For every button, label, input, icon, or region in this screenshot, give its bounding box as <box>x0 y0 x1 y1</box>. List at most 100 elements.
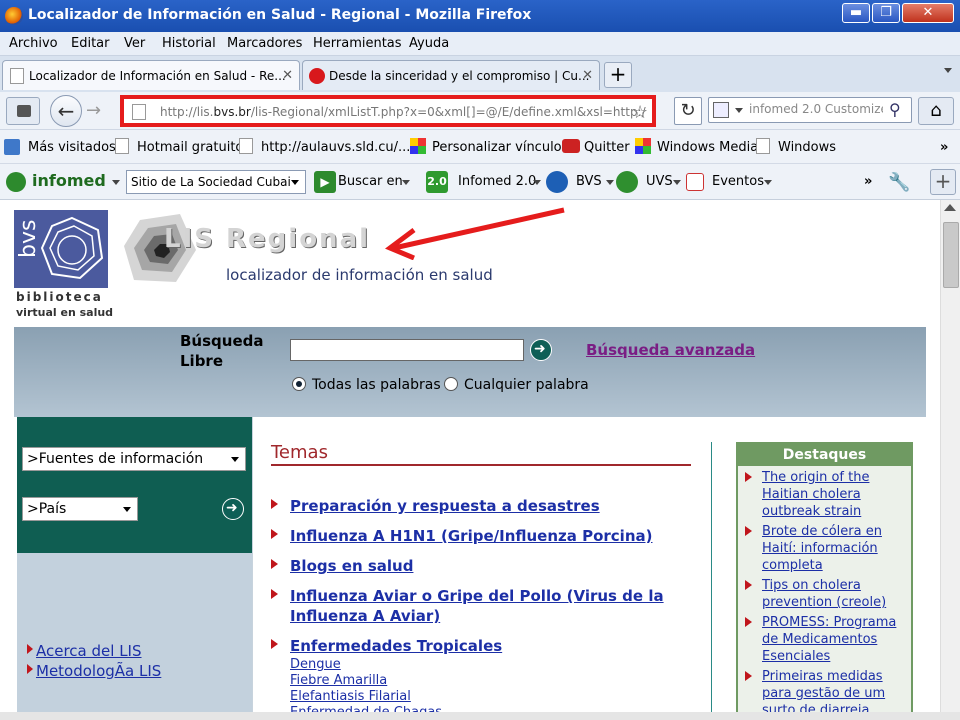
infomed-2-menu[interactable]: Infomed 2.0 <box>458 174 536 189</box>
close-window-button[interactable]: ✕ <box>902 3 954 23</box>
tab-list-icon[interactable] <box>944 68 952 73</box>
back-arrow-icon[interactable]: ← <box>50 95 82 127</box>
destaques-heading: Destaques <box>738 444 911 466</box>
tab-close-icon[interactable]: ✕ <box>282 68 293 83</box>
tab-label: Desde la sinceridad y el compromiso | Cu… <box>329 69 590 83</box>
scrollbar-thumb[interactable] <box>943 222 959 288</box>
bvs-logo[interactable]: bvs <box>14 210 108 288</box>
bullet-icon <box>745 617 752 627</box>
infomed-logo-icon <box>6 172 26 192</box>
vertical-scrollbar[interactable] <box>940 200 960 720</box>
subtema-dengue-link[interactable]: Dengue <box>290 657 341 672</box>
tab-sinceridad[interactable]: Desde la sinceridad y el compromiso | Cu… <box>302 60 600 90</box>
virtual-en-salud-text: virtual en salud <box>16 306 114 319</box>
pais-select[interactable]: >País <box>22 497 138 521</box>
biblioteca-text: biblioteca <box>16 290 103 304</box>
search-go-icon[interactable] <box>530 339 552 361</box>
reload-icon[interactable]: ↻ <box>674 97 702 125</box>
tab-label: Localizador de Información en Salud - Re… <box>29 69 286 83</box>
bookmark-windows-media[interactable]: Windows Media <box>657 140 758 155</box>
temas-underline <box>271 464 691 466</box>
infomed-toolbar: infomed Sitio de La Sociedad Cubai ▶ Bus… <box>0 164 960 200</box>
new-tab-button[interactable]: + <box>604 62 632 88</box>
destaque-link[interactable]: Tips on cholera prevention (creole) <box>762 577 912 611</box>
site-select[interactable]: Sitio de La Sociedad Cubai <box>126 170 306 194</box>
bookmarks-overflow-button[interactable]: » <box>940 140 948 155</box>
page-icon <box>239 138 253 154</box>
bvs-menu[interactable]: BVS <box>576 174 602 189</box>
busqueda-libre-input[interactable] <box>290 339 524 361</box>
radio-cualquier[interactable] <box>444 377 458 391</box>
busqueda-libre-label: Búsqueda Libre <box>180 332 264 370</box>
search-engine-icon[interactable] <box>713 102 729 118</box>
home-icon[interactable]: ⌂ <box>918 97 954 125</box>
destaque-link[interactable]: The origin of the Haitian cholera outbre… <box>762 469 912 520</box>
menu-ver[interactable]: Ver <box>124 36 145 51</box>
menu-ayuda[interactable]: Ayuda <box>409 36 449 51</box>
lis-subtitle: localizador de información en salud <box>226 266 493 284</box>
wrench-icon[interactable]: 🔧 <box>888 172 910 193</box>
eventos-menu[interactable]: Eventos <box>712 174 764 189</box>
chevron-down-icon[interactable] <box>764 180 772 185</box>
bookmark-aulauvs[interactable]: http://aulauvs.sld.cu/... <box>261 140 410 155</box>
scroll-up-icon[interactable] <box>944 204 956 211</box>
chevron-down-icon[interactable] <box>673 180 681 185</box>
metodologia-lis-link[interactable]: MetodologÃ­a LIS <box>36 662 161 680</box>
site-favicon-icon <box>309 68 325 84</box>
tab-close-icon[interactable]: ✕ <box>582 68 593 83</box>
toolbar-overflow-button[interactable]: » <box>864 174 872 189</box>
bullet-icon <box>271 639 278 649</box>
bookmark-mas-visitados[interactable]: Más visitados <box>28 140 116 155</box>
bookmark-windows[interactable]: Windows <box>778 140 836 155</box>
add-toolbar-button[interactable]: + <box>930 169 956 195</box>
horizontal-scrollbar[interactable] <box>0 712 960 720</box>
destaque-link[interactable]: Brote de cólera en Haití: información co… <box>762 523 912 574</box>
column-divider <box>711 442 712 720</box>
bookmark-hotmail[interactable]: Hotmail gratuito <box>137 140 243 155</box>
url-bar[interactable]: http://lis.bvs.br/lis-Regional/xmlListT.… <box>120 95 656 127</box>
acerca-lis-link[interactable]: Acerca del LIS <box>36 642 142 660</box>
chevron-down-icon[interactable] <box>402 180 410 185</box>
menu-marcadores[interactable]: Marcadores <box>227 36 302 51</box>
tema-influenza-aviar-link[interactable]: Influenza Aviar o Gripe del Pollo (Virus… <box>290 586 690 626</box>
subtema-elefantiasis-link[interactable]: Elefantiasis Filarial <box>290 689 411 704</box>
navigation-toolbar: ← → http://lis.bvs.br/lis-Regional/xmlLi… <box>0 92 960 130</box>
bookmark-personalizar[interactable]: Personalizar vínculos <box>432 140 568 155</box>
minimize-button[interactable]: ▬ <box>842 3 870 23</box>
menu-historial[interactable]: Historial <box>162 36 216 51</box>
web-page: bvs biblioteca virtual en salud LIS Regi… <box>0 200 940 720</box>
destaque-link[interactable]: PROMESS: Programa de Medicamentos Esenci… <box>762 614 912 665</box>
menu-editar[interactable]: Editar <box>71 36 110 51</box>
tema-h1n1-link[interactable]: Influenza A H1N1 (Gripe/Influenza Porcin… <box>290 526 652 546</box>
windows-logo-icon <box>635 138 651 154</box>
fuentes-select[interactable]: >Fuentes de información <box>22 447 246 471</box>
chevron-down-icon[interactable] <box>533 180 541 185</box>
radio-todas[interactable] <box>292 377 306 391</box>
subtema-fiebre-link[interactable]: Fiebre Amarilla <box>290 673 387 688</box>
fuentes-select-value: >Fuentes de información <box>27 451 204 467</box>
bullet-icon <box>745 671 752 681</box>
menu-archivo[interactable]: Archivo <box>9 36 58 51</box>
chevron-down-icon[interactable] <box>606 180 614 185</box>
page-icon <box>756 138 770 154</box>
tema-tropicales-link[interactable]: Enfermedades Tropicales <box>290 636 502 656</box>
filter-go-icon[interactable] <box>222 498 244 520</box>
windows-logo-icon <box>410 138 426 154</box>
chevron-down-icon[interactable] <box>112 180 120 185</box>
tab-localizador[interactable]: Localizador de Información en Salud - Re… <box>2 60 300 90</box>
search-input[interactable] <box>749 102 883 116</box>
bookmark-star-icon[interactable]: ☆ <box>632 102 648 123</box>
buscar-en-button[interactable]: Buscar en <box>338 174 403 189</box>
forward-arrow-icon[interactable]: → <box>86 100 101 121</box>
chevron-down-icon[interactable] <box>735 108 743 113</box>
tema-desastres-link[interactable]: Preparación y respuesta a desastres <box>290 496 600 516</box>
tema-blogs-link[interactable]: Blogs en salud <box>290 556 413 576</box>
search-field[interactable]: ⚲ <box>708 97 912 123</box>
uvs-menu[interactable]: UVS <box>646 174 673 189</box>
home-tabs-icon[interactable] <box>6 97 40 125</box>
maximize-button[interactable]: ❐ <box>872 3 900 23</box>
menu-herramientas[interactable]: Herramientas <box>313 36 402 51</box>
bookmark-quitter[interactable]: Quitter <box>584 140 630 155</box>
search-icon[interactable]: ⚲ <box>889 100 901 119</box>
busqueda-avanzada-link[interactable]: Búsqueda avanzada <box>586 341 755 359</box>
